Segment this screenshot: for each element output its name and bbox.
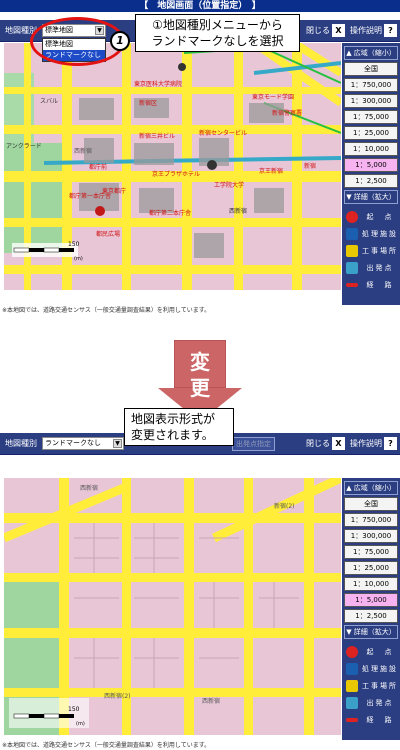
map-label: 東京モード学園 — [252, 93, 294, 101]
map-label: 都庁前 — [89, 163, 107, 171]
map-label: 西新宿 — [229, 207, 247, 215]
close-icon[interactable]: X — [332, 24, 345, 37]
scale-option-selected[interactable]: 1：5,000 — [344, 593, 398, 607]
zoom-in-button[interactable]: ▼ 詳細（拡大） — [344, 190, 398, 204]
close-icon[interactable]: X — [332, 437, 345, 450]
window-title: 【 地図画面（位置指定） 】 — [0, 0, 400, 12]
zoom-out-button[interactable]: ▲ 広域（縮小） — [344, 46, 398, 60]
screen-before: 【 地図画面（位置指定） 】 地図種別 標準地図 ▼ 閉じる X 操作説明? 東… — [0, 0, 400, 318]
footnote: ※本地図では、道路交通センサス（一般交通量調査結果）を利用しています。 — [2, 742, 211, 749]
legend-facility: 処理施設 — [345, 662, 399, 676]
map-label: 西新宿 — [202, 697, 220, 705]
scale-option[interactable]: 1：25,000 — [344, 561, 398, 575]
legend-route: 経 路 — [345, 278, 399, 292]
scale-option[interactable]: 全国 — [344, 497, 398, 511]
help-button[interactable]: 操作説明? — [350, 24, 397, 38]
scale-option[interactable]: 1：10,000 — [344, 142, 398, 156]
map-label: スバル — [40, 98, 58, 105]
map-label: 新宿警察署 — [272, 109, 302, 117]
construction-icon — [346, 680, 358, 692]
scale-option[interactable]: 1：25,000 — [344, 126, 398, 140]
map-label: アンクラード — [6, 143, 42, 150]
facility-icon — [346, 228, 358, 240]
map-view[interactable]: 東京都庁 東京医科大学病院 西新宿 都庁第一本庁舎 都民広場 新宿区 京王プラザ… — [4, 43, 341, 290]
scale-unit: (m) — [74, 256, 83, 262]
zoom-out-button[interactable]: ▲ 広域（縮小） — [344, 481, 398, 495]
scale-option-selected[interactable]: 1：5,000 — [344, 158, 398, 172]
map-label: 新宿 — [304, 162, 316, 170]
map-label: 新宿センタービル — [199, 129, 247, 137]
map-view[interactable]: 西新宿 西新宿(2) 新宿(2) 西新宿 150 (m) — [4, 478, 341, 735]
map-label: 工学院大学 — [214, 181, 244, 189]
legend-route: 経 路 — [345, 713, 399, 727]
scale-label: 150 — [68, 706, 80, 713]
chevron-down-icon[interactable]: ▼ — [113, 439, 122, 448]
map-type-label: 地図種別 — [5, 439, 37, 448]
map-label: 都庁第一本庁舎 — [69, 192, 111, 200]
close-button[interactable]: 閉じる X — [306, 24, 345, 38]
scale-option[interactable]: 1：2,500 — [344, 174, 398, 188]
map-label: 新宿区 — [139, 99, 157, 107]
scale-panel: ▲ 広域（縮小） 全国 1：750,000 1：300,000 1：75,000… — [342, 478, 400, 740]
help-icon[interactable]: ? — [384, 24, 397, 37]
map-type-value: ランドマークなし — [45, 439, 101, 447]
legend-facility: 処理施設 — [345, 227, 399, 241]
map-label: 都民広場 — [96, 230, 120, 238]
map-canvas[interactable]: 西新宿 西新宿(2) 新宿(2) 西新宿 150 (m) — [4, 478, 341, 735]
departure-point-button[interactable]: 出発点指定 — [232, 437, 275, 451]
step-number-badge: 1 — [110, 31, 130, 51]
legend-departure: 出発点 — [345, 696, 399, 710]
close-button[interactable]: 閉じる X — [306, 437, 345, 451]
close-label: 閉じる — [306, 26, 330, 35]
zoom-in-button[interactable]: ▼ 詳細（拡大） — [344, 625, 398, 639]
start-point-icon — [346, 646, 358, 658]
map-label: 西新宿 — [74, 147, 92, 155]
legend-departure: 出発点 — [345, 261, 399, 275]
scale-option[interactable]: 全国 — [344, 62, 398, 76]
screen-after: 地図種別 ランドマークなし ▼ 出発点指定 閉じる X 操作説明? 西新宿 西新… — [0, 408, 400, 750]
map-type-select[interactable]: ランドマークなし ▼ — [42, 437, 124, 450]
help-button[interactable]: 操作説明? — [350, 437, 397, 451]
scale-option[interactable]: 1：750,000 — [344, 78, 398, 92]
map-label: 新宿三井ビル — [139, 132, 175, 140]
map-label: 新宿(2) — [274, 502, 295, 510]
map-label: 京王プラザホテル — [152, 170, 200, 178]
scale-option[interactable]: 1：300,000 — [344, 529, 398, 543]
footnote: ※本地図では、道路交通センサス（一般交通量調査結果）を利用しています。 — [2, 307, 211, 314]
start-point-icon — [346, 211, 358, 223]
map-label: 都庁第二本庁舎 — [149, 209, 191, 217]
help-label: 操作説明 — [350, 439, 382, 448]
departure-icon — [346, 262, 358, 274]
instruction-callout: ①地図種別メニューから ランドマークなしを選択 — [135, 14, 300, 52]
result-callout: 地図表示形式が 変更されます。 — [124, 408, 234, 446]
scale-option[interactable]: 1：2,500 — [344, 609, 398, 623]
help-icon[interactable]: ? — [384, 437, 397, 450]
departure-icon — [346, 697, 358, 709]
scale-label: 150 — [68, 241, 80, 248]
legend-construction: 工事場所 — [345, 679, 399, 693]
construction-icon — [346, 245, 358, 257]
legend-construction: 工事場所 — [345, 244, 399, 258]
close-label: 閉じる — [306, 439, 330, 448]
route-icon — [346, 718, 358, 722]
scale-option[interactable]: 1：750,000 — [344, 513, 398, 527]
legend-start: 起 点 — [345, 210, 399, 224]
scale-option[interactable]: 1：75,000 — [344, 110, 398, 124]
facility-icon — [346, 663, 358, 675]
map-canvas[interactable]: 東京都庁 東京医科大学病院 西新宿 都庁第一本庁舎 都民広場 新宿区 京王プラザ… — [4, 43, 341, 290]
scale-option[interactable]: 1：75,000 — [344, 545, 398, 559]
help-label: 操作説明 — [350, 26, 382, 35]
scale-unit: (m) — [76, 721, 85, 727]
map-label: 西新宿 — [80, 484, 98, 492]
route-icon — [346, 283, 358, 287]
legend-start: 起 点 — [345, 645, 399, 659]
map-label: 西新宿(2) — [104, 692, 131, 700]
scale-option[interactable]: 1：300,000 — [344, 94, 398, 108]
map-label: 東京医科大学病院 — [134, 80, 182, 88]
scale-option[interactable]: 1：10,000 — [344, 577, 398, 591]
map-label: 京王新宿 — [259, 167, 283, 175]
scale-panel: ▲ 広域（縮小） 全国 1：750,000 1：300,000 1：75,000… — [342, 43, 400, 305]
